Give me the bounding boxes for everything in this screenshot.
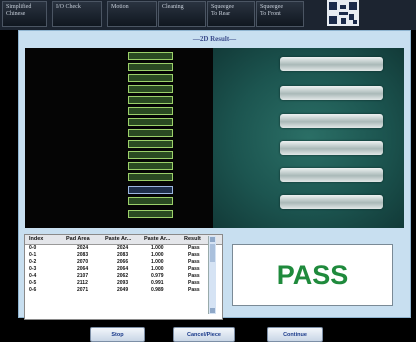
top-toolbar: Simplified Chinese I/O Check Motion Clea… [0,0,416,30]
cell-index: 0-6 [29,287,37,293]
column-header-paste-area-ratio[interactable]: Paste Ar... [144,235,170,244]
result-status: PASS [276,259,349,290]
pad-outline [128,63,173,71]
cell-ratio: 1.000 [151,259,164,265]
scrollbar-thumb[interactable] [210,244,215,262]
pad-outline [128,118,173,126]
pad-layout-image [25,48,214,228]
cell-index: 0-1 [29,252,37,258]
cell-paste-area: 2093 [117,280,129,286]
cell-paste-area: 2066 [117,259,129,265]
cell-ratio: 1.000 [151,252,164,258]
cell-pad-area: 2070 [77,259,89,265]
cell-ratio: 0.979 [151,273,164,279]
button-label-line1: Squeegee [260,4,283,10]
cell-index: 0-5 [29,280,37,286]
column-header-pad-area[interactable]: Pad Area [66,235,90,244]
io-check-button[interactable]: I/O Check [52,1,102,27]
scroll-down-arrow-icon[interactable] [210,308,215,313]
pad-outline-selected [128,186,173,194]
cell-index: 0-4 [29,273,37,279]
cell-result: Pass [188,259,200,265]
cell-result: Pass [188,273,200,279]
column-header-paste-area[interactable]: Paste Ar... [105,235,131,244]
cell-ratio: 0.989 [151,287,164,293]
cell-ratio: 0.991 [151,280,164,286]
pad-outline [128,74,173,82]
paste-camera-image [213,48,404,228]
column-header-index[interactable]: Index [29,235,43,244]
cell-pad-area: 2024 [77,245,89,251]
button-label: Motion [111,4,129,10]
cell-paste-area: 2064 [117,266,129,272]
cell-pad-area: 2083 [77,252,89,258]
2d-result-dialog: —2D Result— Index Pad Area Paste Ar... P… [18,30,411,342]
cell-pad-area: 2064 [77,266,89,272]
pad-outline [128,197,173,205]
paste-deposit [280,57,383,71]
cell-result: Pass [188,266,200,272]
button-label: Cleaning [162,4,184,10]
cell-result: Pass [188,252,200,258]
button-label-line1: Simplified [6,4,32,10]
cell-paste-area: 2083 [117,252,129,258]
cell-paste-area: 2062 [117,273,129,279]
pad-outline [128,107,173,115]
squeegee-to-rear-button[interactable]: Squeegee To Rear [207,1,255,27]
pad-outline [128,162,173,170]
scroll-up-arrow-icon[interactable] [210,237,215,242]
pad-outline [128,52,173,60]
cell-ratio: 1.000 [151,266,164,272]
button-label-line1: Squeegee [211,4,234,10]
pad-outline [128,129,173,137]
simplified-chinese-button[interactable]: Simplified Chinese [2,1,47,27]
pad-outline [128,173,173,181]
squeegee-to-front-button[interactable]: Squeegee To Front [256,1,304,27]
cell-paste-area: 2049 [117,287,129,293]
qr-code-logo [327,0,359,26]
cell-index: 0-3 [29,266,37,272]
button-label: I/O Check [56,4,81,10]
dialog-title: —2D Result— [192,35,237,43]
pad-outline [128,96,173,104]
cell-pad-area: 2107 [77,273,89,279]
cell-pad-area: 2112 [77,280,88,286]
cancel-piece-button[interactable]: Cancel/Piece [173,327,235,342]
pad-outline [128,140,173,148]
pad-outline [128,85,173,93]
paste-deposit [280,195,383,209]
cell-index: 0-2 [29,259,37,265]
paste-deposit [280,114,383,128]
cell-index: 0-0 [29,245,37,251]
cell-paste-area: 2024 [117,245,129,251]
paste-deposit [280,168,383,182]
paste-deposit [280,86,383,100]
button-label-line2: To Front [260,11,281,17]
stop-button[interactable]: Stop [90,327,145,342]
pad-outline [128,151,173,159]
pad-outline [128,210,173,218]
paste-deposit [280,141,383,155]
column-header-result[interactable]: Result [184,235,201,244]
button-label-line2: To Rear [211,11,231,17]
table-scrollbar[interactable] [208,236,216,314]
motion-button[interactable]: Motion [107,1,157,27]
table-header: Index Pad Area Paste Ar... Paste Ar... R… [25,235,222,245]
result-table[interactable]: Index Pad Area Paste Ar... Paste Ar... R… [24,234,223,320]
continue-button[interactable]: Continue [267,327,323,342]
button-label-line2: Chinese [6,11,26,17]
result-panel: PASS [232,244,393,306]
cell-result: Pass [188,287,200,293]
cell-result: Pass [188,245,200,251]
cell-ratio: 1.000 [151,245,164,251]
cleaning-button[interactable]: Cleaning [158,1,206,27]
cell-result: Pass [188,280,200,286]
cell-pad-area: 2071 [77,287,89,293]
